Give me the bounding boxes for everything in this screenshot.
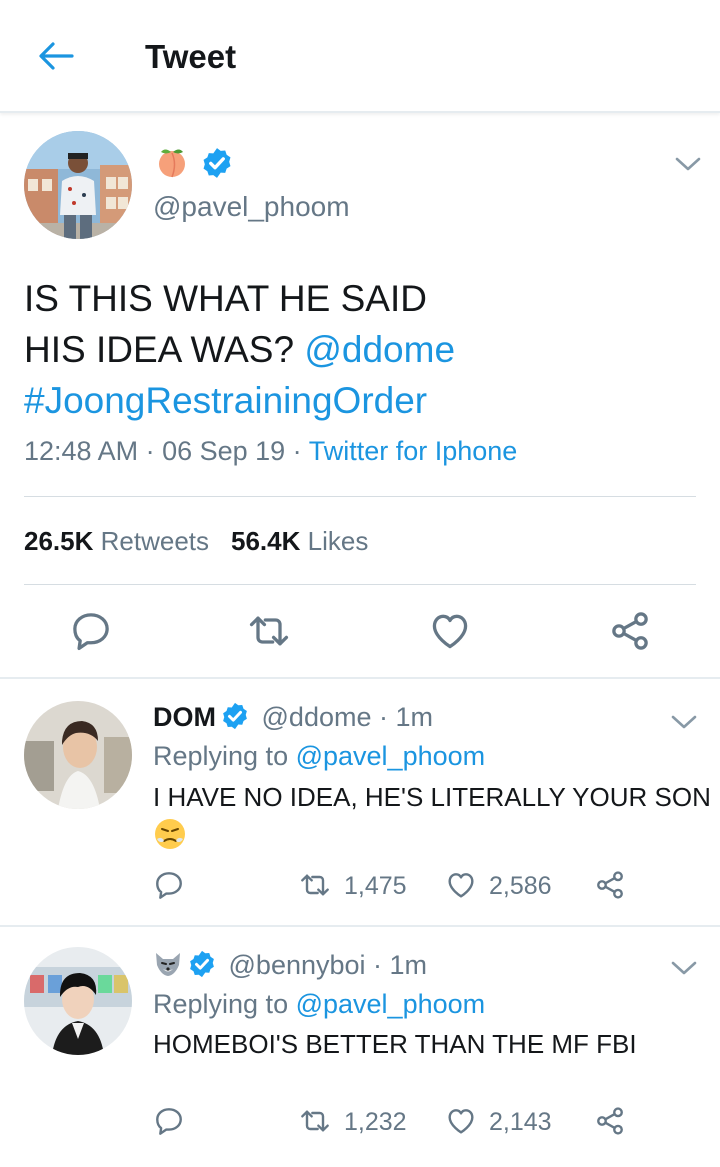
tweet-handle[interactable]: @pavel_phoom: [153, 191, 350, 223]
likes-stat[interactable]: 56.4K Likes: [231, 526, 368, 556]
retweets-count: 26.5K: [24, 526, 94, 556]
like-count: 2,586: [489, 872, 552, 900]
back-arrow-icon[interactable]: [36, 38, 76, 74]
peach-emoji-icon: [159, 149, 185, 178]
reply-icon[interactable]: [153, 1105, 185, 1137]
chevron-down-icon[interactable]: [671, 714, 697, 730]
handle-time[interactable]: @ddome · 1m: [262, 702, 433, 732]
source-link[interactable]: Twitter for Iphone: [309, 436, 518, 466]
divider: [24, 584, 696, 585]
replying-to: Replying to @pavel_phoom: [153, 741, 485, 772]
replying-prefix: Replying to: [153, 989, 296, 1019]
replying-prefix: Replying to: [153, 741, 296, 771]
reply-text: I HAVE NO IDEA, HE'S LITERALLY YOUR SON: [153, 782, 711, 812]
tweet-text-line: IS THIS WHAT HE SAID: [24, 278, 427, 319]
mention-link[interactable]: @ddome: [304, 329, 455, 370]
mention-link[interactable]: @pavel_phoom: [296, 989, 486, 1019]
avatar[interactable]: [24, 701, 132, 809]
wolf-emoji-icon[interactable]: [153, 949, 183, 979]
likes-count: 56.4K: [231, 526, 301, 556]
chevron-down-icon[interactable]: [671, 960, 697, 976]
hashtag-link[interactable]: #JoongRestrainingOrder: [24, 375, 694, 426]
verified-badge-icon: [200, 146, 234, 180]
retweets-label: Retweets: [100, 526, 210, 556]
retweet-count: 1,232: [344, 1108, 407, 1136]
verified-badge-icon: [220, 701, 250, 731]
display-name[interactable]: [155, 145, 189, 179]
page-title: Tweet: [145, 38, 237, 75]
reply-tweet[interactable]: DOM @ddome · 1m Replying to @pavel_phoom…: [0, 679, 720, 927]
like-icon[interactable]: [445, 1105, 477, 1137]
tweet-stats: 26.5K Retweets 56.4K Likes: [24, 526, 368, 557]
share-icon[interactable]: [594, 1105, 626, 1137]
verified-badge-icon: [187, 949, 217, 979]
chevron-down-icon[interactable]: [675, 156, 701, 172]
angry-face-emoji-icon: [155, 819, 185, 849]
retweet-icon[interactable]: [299, 1105, 331, 1137]
retweet-count: 1,475: [344, 872, 407, 900]
reply-header: DOM @ddome · 1m: [153, 701, 433, 733]
reply-tweet[interactable]: @bennyboi · 1m Replying to @pavel_phoom …: [0, 927, 720, 1167]
timestamp: 12:48 AM · 06 Sep 19 ·: [24, 436, 309, 466]
retweet-icon[interactable]: [247, 609, 291, 653]
retweets-stat[interactable]: 26.5K Retweets: [24, 526, 209, 556]
mention-link[interactable]: @pavel_phoom: [296, 741, 486, 771]
top-app-bar: Tweet: [0, 0, 720, 113]
reply-text: HOMEBOI'S BETTER THAN THE MF FBI: [153, 1029, 637, 1059]
display-name[interactable]: DOM: [153, 702, 216, 732]
handle-time[interactable]: @bennyboi · 1m: [229, 950, 428, 980]
reply-header: @bennyboi · 1m: [153, 949, 427, 981]
reply-icon[interactable]: [69, 609, 113, 653]
like-icon[interactable]: [428, 609, 472, 653]
avatar[interactable]: [24, 131, 132, 239]
like-count: 2,143: [489, 1108, 552, 1136]
main-tweet: @pavel_phoom IS THIS WHAT HE SAID HIS ID…: [0, 113, 720, 679]
retweet-icon[interactable]: [299, 869, 331, 901]
tweet-text: IS THIS WHAT HE SAID HIS IDEA WAS? @ddom…: [24, 273, 694, 426]
share-icon[interactable]: [594, 869, 626, 901]
tweet-text-line: HIS IDEA WAS?: [24, 329, 305, 370]
divider: [24, 496, 696, 497]
share-icon[interactable]: [608, 609, 652, 653]
tweet-meta: 12:48 AM · 06 Sep 19 · Twitter for Iphon…: [24, 436, 517, 467]
avatar[interactable]: [24, 947, 132, 1055]
replying-to: Replying to @pavel_phoom: [153, 989, 485, 1020]
reply-icon[interactable]: [153, 869, 185, 901]
likes-label: Likes: [307, 526, 369, 556]
like-icon[interactable]: [445, 869, 477, 901]
